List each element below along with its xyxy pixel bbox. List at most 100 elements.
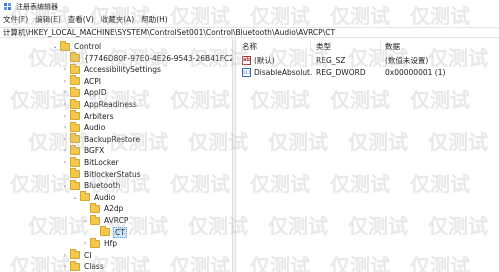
folder-icon — [70, 249, 80, 260]
tree-node-label[interactable]: Audio — [83, 123, 106, 132]
value-data: (数值未设置) — [385, 56, 429, 65]
chevron-right-icon[interactable]: › — [61, 261, 69, 272]
chevron-down-icon[interactable]: ⌄ — [81, 215, 89, 226]
chevron-down-icon[interactable]: ⌄ — [51, 41, 59, 52]
value-type: REG_SZ — [316, 56, 346, 65]
chevron-right-icon[interactable]: › — [61, 76, 69, 87]
value-type: REG_DWORD — [316, 68, 366, 77]
folder-icon — [70, 144, 80, 155]
tree-node-label[interactable]: BitlockerStatus — [83, 170, 142, 179]
column-header-type[interactable]: 类型 — [316, 41, 331, 51]
tree-node[interactable]: › BackupRestore — [61, 133, 141, 145]
tree-node[interactable]: ⌄ Audio — [71, 191, 116, 203]
column-divider[interactable] — [380, 41, 381, 51]
tree-node-label[interactable]: Bluetooth — [83, 181, 121, 190]
folder-icon — [100, 226, 110, 237]
tree-node[interactable]: › BitLocker — [61, 156, 120, 168]
folder-icon — [70, 133, 80, 144]
tree-node-label[interactable]: BitLocker — [83, 158, 120, 167]
tree-node[interactable]: CT — [91, 226, 127, 238]
column-divider[interactable] — [310, 41, 311, 51]
tree-node[interactable]: ⌄ Bluetooth — [61, 179, 121, 191]
tree-node[interactable]: › ACPI — [61, 75, 102, 87]
tree-node[interactable]: BitlockerStatus — [61, 168, 142, 180]
menu-bar: 文件(F) 编辑(E) 查看(V) 收藏夹(A) 帮助(H) — [0, 13, 499, 26]
tree-node-label[interactable]: BGFX — [83, 146, 105, 155]
chevron-right-icon[interactable]: › — [61, 99, 69, 110]
chevron-right-icon[interactable]: › — [61, 87, 69, 98]
menu-help[interactable]: 帮助(H) — [141, 14, 168, 25]
tree-node[interactable]: ⌄ AVRCP — [81, 214, 129, 226]
tree-node-label[interactable]: AccessibilitySettings — [83, 65, 162, 74]
chevron-right-icon[interactable]: › — [61, 250, 69, 261]
tree-node[interactable]: ⌄ Control — [51, 40, 102, 52]
menu-view[interactable]: 查看(V) — [68, 14, 94, 25]
tree-node[interactable]: › CI — [61, 249, 92, 261]
folder-icon — [80, 191, 90, 202]
string-value-icon: ab — [242, 56, 251, 65]
tree-node-label[interactable]: Audio — [93, 193, 116, 202]
chevron-right-icon[interactable]: › — [61, 157, 69, 168]
chevron-right-icon[interactable]: › — [61, 145, 69, 156]
tree-node[interactable]: › Audio — [61, 121, 106, 133]
address-path[interactable]: HKEY_LOCAL_MACHINE\SYSTEM\ControlSet001\… — [28, 28, 335, 37]
tree-node-label[interactable]: ACPI — [83, 77, 102, 86]
address-root-label: 计算机\ — [3, 28, 29, 37]
tree-node[interactable]: › Hfp — [81, 237, 118, 249]
tree-node-label[interactable]: Class — [83, 262, 105, 271]
tree-node-label[interactable]: Control — [73, 42, 102, 51]
tree-node-label[interactable]: CT — [113, 226, 127, 238]
chevron-right-icon[interactable]: › — [81, 238, 89, 249]
folder-icon — [70, 168, 80, 179]
folder-icon — [70, 52, 80, 63]
tree-node-label[interactable]: {7746D80F-97E0-4E26-9543-26B41FC22F79} — [83, 54, 232, 63]
value-name: (默认) — [254, 56, 275, 65]
tree-node-label[interactable]: CI — [83, 251, 92, 260]
folder-icon — [70, 86, 80, 97]
window-title: 注册表编辑器 — [16, 2, 58, 11]
values-list[interactable]: 名称 类型 数据 ab (默认) REG_SZ (数值未设置) 011 Disa… — [237, 39, 499, 272]
chevron-down-icon[interactable]: ⌄ — [61, 180, 69, 191]
value-row[interactable]: ab (默认) REG_SZ (数值未设置) — [237, 55, 499, 66]
column-header-name[interactable]: 名称 — [242, 41, 257, 51]
value-row[interactable]: 011 DisableAbsolut... REG_DWORD 0x000000… — [237, 67, 499, 78]
folder-icon — [70, 260, 80, 271]
folder-icon — [70, 121, 80, 132]
registry-editor-icon — [4, 2, 12, 11]
menu-edit[interactable]: 编辑(E) — [35, 14, 61, 25]
pane-splitter[interactable] — [232, 39, 236, 272]
tree-node-label[interactable]: AppID — [83, 88, 108, 97]
registry-tree[interactable]: ⌄ Control {7746D80F-97E0-4E26-9543-26B41FC… — [0, 39, 232, 272]
chevron-right-icon[interactable]: › — [61, 122, 69, 133]
folder-icon — [90, 202, 100, 213]
tree-node[interactable]: › BGFX — [61, 144, 105, 156]
chevron-down-icon[interactable]: ⌄ — [71, 192, 79, 203]
chevron-right-icon[interactable]: › — [61, 64, 69, 75]
tree-node[interactable]: {7746D80F-97E0-4E26-9543-26B41FC22F79} — [61, 52, 232, 64]
tree-node-label[interactable]: AppReadiness — [83, 100, 138, 109]
tree-node[interactable]: › Class — [61, 260, 105, 272]
chevron-right-icon[interactable]: › — [61, 111, 69, 122]
title-bar: 注册表编辑器 — [0, 0, 499, 13]
tree-node-label[interactable]: Arbiters — [83, 112, 115, 121]
folder-icon — [90, 237, 100, 248]
menu-file[interactable]: 文件(F) — [3, 14, 28, 25]
address-bar[interactable]: 计算机\ HKEY_LOCAL_MACHINE\SYSTEM\ControlSe… — [0, 27, 499, 38]
column-header-data[interactable]: 数据 — [385, 41, 400, 51]
menu-favorites[interactable]: 收藏夹(A) — [101, 14, 134, 25]
dword-value-icon: 011 — [242, 68, 251, 77]
tree-node[interactable]: › AppID — [61, 86, 108, 98]
tree-node[interactable]: A2dp — [81, 202, 124, 214]
folder-icon — [60, 40, 70, 51]
tree-node[interactable]: › Arbiters — [61, 110, 115, 122]
folder-icon — [70, 110, 80, 121]
folder-icon — [70, 63, 80, 74]
tree-node[interactable]: › AccessibilitySettings — [61, 63, 162, 75]
tree-node[interactable]: › AppReadiness — [61, 98, 138, 110]
tree-node-label[interactable]: A2dp — [103, 204, 124, 213]
tree-node-label[interactable]: BackupRestore — [83, 135, 141, 144]
tree-node-label[interactable]: AVRCP — [103, 216, 129, 225]
tree-node-label[interactable]: Hfp — [103, 239, 118, 248]
chevron-right-icon[interactable]: › — [61, 134, 69, 145]
folder-icon — [70, 75, 80, 86]
